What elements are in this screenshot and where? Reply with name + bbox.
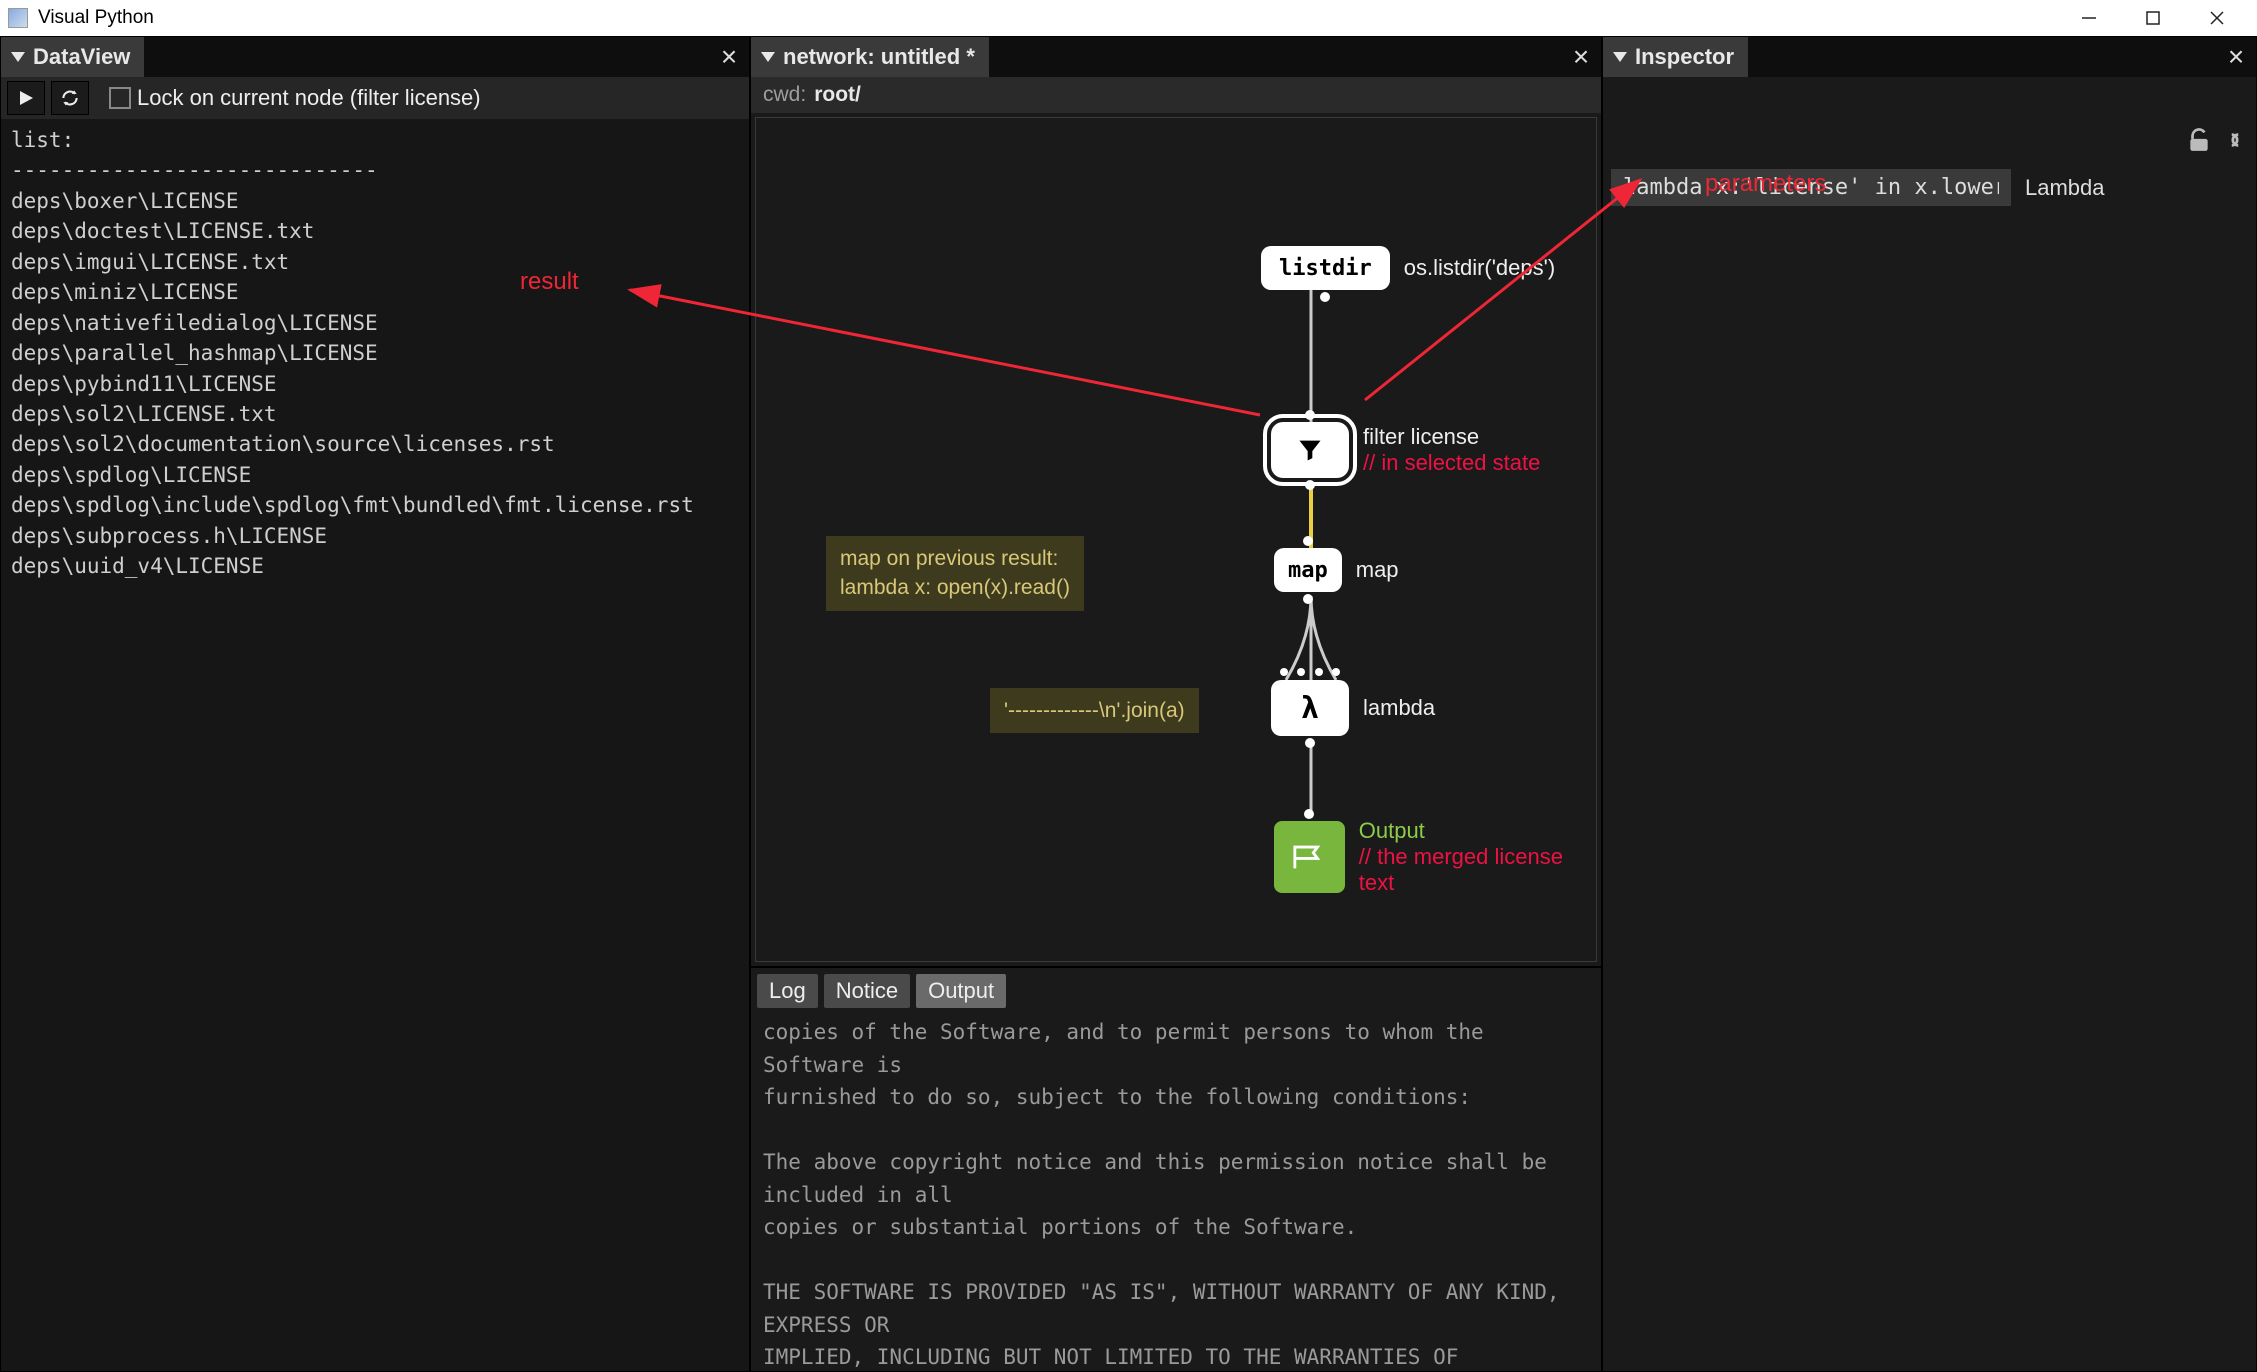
list-item: deps\spdlog\include\spdlog\fmt\bundled\f… [11, 493, 694, 517]
network-close-icon[interactable]: × [1561, 37, 1601, 77]
list-item: deps\boxer\LICENSE [11, 189, 239, 213]
lock-checkbox[interactable] [109, 87, 131, 109]
list-item: deps\uuid_v4\LICENSE [11, 554, 264, 578]
output-text: copies of the Software, and to permit pe… [751, 1008, 1601, 1371]
funnel-icon [1295, 436, 1325, 464]
node-output-side: Output [1359, 818, 1596, 844]
inspector-tabrow: Inspector × [1603, 37, 2256, 77]
lock-label: Lock on current node (filter license) [137, 85, 481, 111]
list-item: deps\pybind11\LICENSE [11, 372, 277, 396]
link-icon[interactable] [2222, 127, 2248, 153]
minimize-button[interactable] [2057, 0, 2121, 36]
node-filter[interactable]: filter license // in selected state [1271, 422, 1540, 478]
dataview-tabrow: DataView × [1, 37, 749, 77]
list-item: deps\nativefiledialog\LICENSE [11, 311, 378, 335]
hint-map: map on previous result: lambda x: open(x… [826, 536, 1084, 611]
tab-log[interactable]: Log [757, 974, 818, 1008]
network-tab[interactable]: network: untitled * [751, 37, 989, 77]
collapse-icon [11, 52, 25, 62]
maximize-button[interactable] [2121, 0, 2185, 36]
flag-icon [1292, 842, 1326, 872]
node-listdir-side: os.listdir('deps') [1404, 255, 1555, 281]
dataview-close-icon[interactable]: × [709, 37, 749, 77]
node-output[interactable]: Output // the merged license text [1274, 818, 1596, 896]
titlebar: Visual Python [0, 0, 2257, 36]
list-item: deps\subprocess.h\LICENSE [11, 524, 327, 548]
list-item: deps\spdlog\LICENSE [11, 463, 251, 487]
node-output-note: // the merged license text [1359, 844, 1596, 896]
node-lambda[interactable]: λ lambda [1271, 680, 1435, 736]
inspector-title: Inspector [1635, 44, 1734, 70]
play-button[interactable] [7, 81, 45, 115]
inspector-tab[interactable]: Inspector [1603, 37, 1748, 77]
hint-join: '-------------\n'.join(a) [990, 688, 1199, 733]
inspector-close-icon[interactable]: × [2216, 37, 2256, 77]
collapse-icon [1613, 52, 1627, 62]
collapse-icon [761, 52, 775, 62]
list-item: deps\parallel_hashmap\LICENSE [11, 341, 378, 365]
list-header: list: [11, 128, 74, 152]
dataview-title: DataView [33, 44, 130, 70]
close-button[interactable] [2185, 0, 2249, 36]
cwd-bar: cwd: root/ [751, 77, 1601, 113]
list-item: deps\sol2\documentation\source\licenses.… [11, 432, 555, 456]
list-item: deps\doctest\LICENSE.txt [11, 219, 314, 243]
list-item: deps\sol2\LICENSE.txt [11, 402, 277, 426]
dataview-toolbar: Lock on current node (filter license) [1, 77, 749, 119]
node-canvas[interactable]: listdir os.listdir('deps') filter licens… [755, 117, 1597, 962]
tab-output[interactable]: Output [916, 974, 1006, 1008]
list-item: deps\imgui\LICENSE.txt [11, 250, 289, 274]
list-item: deps\miniz\LICENSE [11, 280, 239, 304]
node-filter-side: filter license [1363, 424, 1540, 450]
network-title: network: untitled * [783, 44, 975, 70]
param-input[interactable] [1611, 169, 2011, 206]
app-icon [8, 8, 28, 28]
node-lambda-side: lambda [1363, 695, 1435, 721]
node-map[interactable]: map map [1274, 548, 1399, 592]
tab-notice[interactable]: Notice [824, 974, 910, 1008]
refresh-button[interactable] [51, 81, 89, 115]
cwd-label: cwd: [763, 83, 806, 107]
node-map-side: map [1356, 557, 1399, 583]
output-panel: Log Notice Output copies of the Software… [750, 967, 1602, 1372]
node-filter-note: // in selected state [1363, 450, 1540, 476]
dataview-tab[interactable]: DataView [1, 37, 144, 77]
dataview-content: list: ----------------------------- deps… [1, 119, 749, 1371]
param-label: Lambda [2025, 175, 2105, 201]
node-listdir[interactable]: listdir os.listdir('deps') [1261, 246, 1555, 290]
cwd-value: root/ [814, 83, 861, 107]
app-title: Visual Python [38, 7, 154, 29]
unlock-icon[interactable] [2186, 127, 2212, 153]
network-tabrow: network: untitled * × [751, 37, 1601, 77]
